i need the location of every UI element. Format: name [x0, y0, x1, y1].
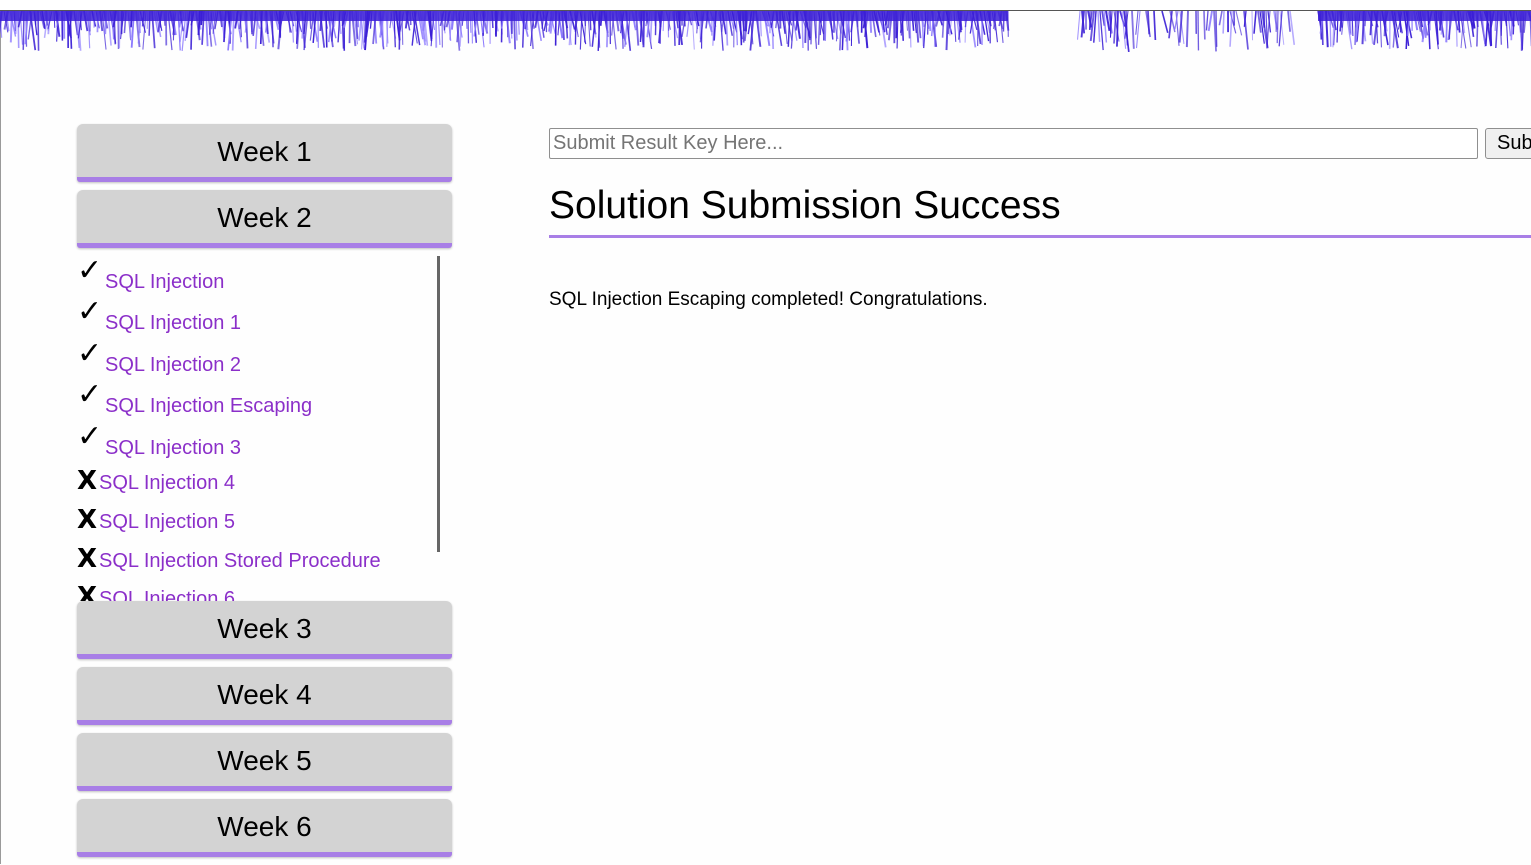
x-mark-icon: X: [77, 505, 98, 535]
module-link[interactable]: SQL Injection 1: [105, 311, 241, 335]
result-key-input[interactable]: [549, 128, 1478, 159]
week-4-button[interactable]: Week 4: [77, 667, 452, 725]
module-link[interactable]: SQL Injection: [105, 270, 224, 294]
x-mark-icon: X: [77, 466, 98, 496]
module-link[interactable]: SQL Injection 3: [105, 436, 241, 460]
week-6-button[interactable]: Week 6: [77, 799, 452, 857]
week-5-button[interactable]: Week 5: [77, 733, 452, 791]
result-message: SQL Injection Escaping completed! Congra…: [549, 289, 988, 310]
submit-button[interactable]: Submit: [1485, 128, 1531, 159]
week-2-button[interactable]: Week 2: [77, 190, 452, 248]
x-mark-icon: X: [77, 582, 98, 601]
checkmark-icon: ✓: [77, 254, 103, 287]
checkmark-icon: ✓: [77, 337, 103, 370]
checkmark-icon: ✓: [77, 420, 103, 453]
module-link[interactable]: SQL Injection Escaping: [105, 394, 312, 418]
module-list-scrollbar[interactable]: [437, 256, 440, 552]
title-divider: [549, 235, 1531, 238]
header-banner: [0, 0, 1531, 60]
week-3-button[interactable]: Week 3: [77, 601, 452, 659]
module-link[interactable]: SQL Injection Stored Procedure: [99, 549, 381, 573]
module-link[interactable]: SQL Injection 6: [99, 587, 235, 601]
checkmark-icon: ✓: [77, 295, 103, 328]
checkmark-icon: ✓: [77, 378, 103, 411]
module-link[interactable]: SQL Injection 5: [99, 510, 235, 534]
week-2-module-list[interactable]: ✓ SQL Injection ✓ SQL Injection 1 ✓ SQL …: [77, 252, 439, 602]
module-link[interactable]: SQL Injection 4: [99, 471, 235, 495]
module-link[interactable]: SQL Injection 2: [105, 353, 241, 377]
banner-grass-graphic: [0, 0, 1531, 53]
week-1-button[interactable]: Week 1: [77, 124, 452, 182]
page-title: Solution Submission Success: [549, 184, 1061, 227]
x-mark-icon: X: [77, 544, 98, 574]
